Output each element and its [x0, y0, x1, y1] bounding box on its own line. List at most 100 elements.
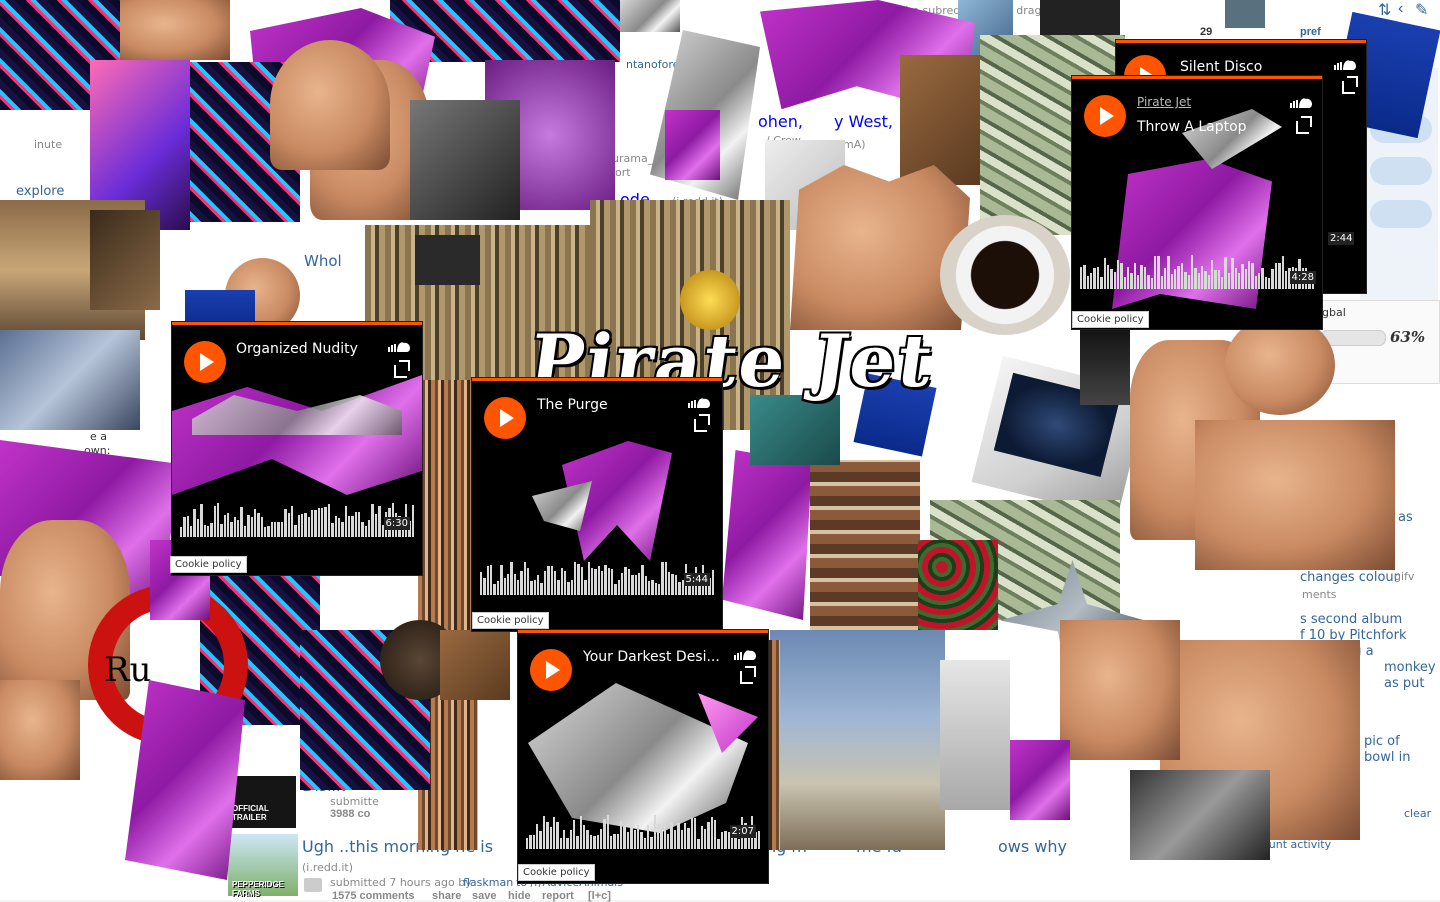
share-icon[interactable] — [1296, 116, 1312, 134]
waveform-bar — [1177, 265, 1180, 289]
changes-colour-link[interactable]: changes colour — [1300, 570, 1399, 585]
soundcloud-icon[interactable] — [1290, 97, 1312, 108]
post-comments-1[interactable]: 3988 co — [330, 808, 370, 820]
soundcloud-icon[interactable] — [1334, 59, 1356, 70]
post-title-ugh-tail3[interactable]: ows why — [998, 837, 1067, 856]
waveform-bar — [687, 828, 690, 849]
cookie-policy-link[interactable]: Cookie policy — [170, 556, 247, 573]
waveform-bar — [657, 823, 660, 849]
post-hide[interactable]: hide — [508, 890, 531, 902]
chevron-left-icon[interactable]: ‹ — [1398, 0, 1403, 18]
clear-link[interactable]: clear — [1404, 807, 1431, 820]
headline-fragment-2[interactable]: y West, — [834, 112, 893, 131]
collage-purple-square — [665, 110, 720, 180]
second-album-link[interactable]: s second album — [1300, 612, 1402, 627]
pref-link[interactable]: pref — [1300, 26, 1321, 38]
waveform-bar — [542, 815, 546, 849]
share-icon[interactable] — [1342, 76, 1358, 94]
waveform-bar — [536, 823, 539, 849]
share-icon[interactable] — [694, 414, 710, 432]
waveform-bar — [280, 521, 284, 537]
waveform-bar — [1241, 264, 1244, 289]
waveform-bar — [250, 516, 253, 537]
cookie-policy-link[interactable]: Cookie policy — [518, 864, 595, 881]
waveform-bar — [1221, 276, 1224, 289]
sidebar-button-3[interactable] — [1370, 200, 1432, 228]
soundcloud-widget-the-purge[interactable]: The Purge 5:44 — [472, 378, 722, 631]
post-submitter[interactable]: flaskman — [463, 876, 513, 889]
waveform-bar — [1096, 266, 1100, 289]
post-share[interactable]: share — [432, 890, 461, 902]
as-put-link[interactable]: as put — [1384, 676, 1424, 691]
waveform-bar — [1163, 268, 1167, 289]
waveform[interactable] — [1080, 255, 1315, 289]
sidebar-button-2[interactable] — [1370, 157, 1432, 185]
waveform-bar — [574, 561, 577, 595]
play-icon[interactable] — [184, 341, 226, 383]
track-title[interactable]: Silent Disco — [1180, 59, 1262, 75]
thumbnail-pepperidge-text: PEPPERIDGE FARMS — [232, 880, 285, 898]
waveform-bar — [626, 831, 630, 849]
monkey-link[interactable]: monkey — [1384, 660, 1436, 675]
waveform[interactable] — [526, 815, 761, 849]
waveform-bar — [663, 823, 667, 849]
as-label[interactable]: as — [1398, 510, 1413, 525]
waveform-bar — [526, 837, 529, 849]
thumbnail-pepperidge[interactable]: PEPPERIDGE FARMS — [228, 834, 298, 898]
waveform-bar — [593, 836, 596, 849]
play-icon[interactable] — [484, 397, 526, 439]
headline-fragment[interactable]: ohen, — [758, 112, 803, 131]
waveform-bar — [677, 823, 680, 849]
post-more[interactable]: [l+c] — [588, 890, 611, 902]
track-duration: 2:07 — [729, 825, 756, 838]
collage-electronics — [1130, 770, 1270, 860]
waveform-bar — [368, 519, 371, 537]
play-icon[interactable] — [530, 649, 572, 691]
waveform[interactable] — [480, 561, 715, 595]
soundcloud-icon[interactable] — [688, 397, 710, 408]
post-comments-2[interactable]: 1575 comments — [332, 890, 415, 902]
explore-link[interactable]: explore — [16, 184, 64, 199]
waveform-bar — [523, 562, 527, 595]
waveform-bar — [720, 831, 724, 849]
bowl-in-link[interactable]: bowl in — [1364, 750, 1410, 765]
track-title[interactable]: The Purge — [537, 397, 608, 413]
waveform-bar — [597, 566, 600, 595]
waveform-bar — [274, 522, 277, 537]
edit-icon[interactable]: ✎ — [1415, 0, 1428, 20]
post-domain[interactable]: (i.redd.it) — [302, 861, 353, 874]
waveform-bar — [1113, 272, 1116, 289]
pic-of-link[interactable]: pic of — [1364, 734, 1400, 749]
waveform-bar — [644, 576, 647, 595]
waveform-bar — [1143, 267, 1147, 289]
waveform[interactable] — [180, 503, 415, 537]
soundcloud-icon[interactable] — [734, 649, 756, 660]
waveform-bar — [220, 524, 223, 537]
waveform-bar — [371, 504, 374, 537]
ments-label[interactable]: ments — [1302, 588, 1337, 601]
track-title[interactable]: Throw A Laptop — [1137, 119, 1247, 135]
cookie-policy-link[interactable]: Cookie policy — [1072, 311, 1149, 328]
waveform-bar — [680, 830, 683, 849]
thumbnail-trailer[interactable]: OFFICIAL TRAILER — [228, 776, 296, 828]
track-title[interactable]: Organized Nudity — [236, 341, 358, 357]
soundcloud-widget-throw-a-laptop[interactable]: Pirate Jet Throw A Laptop 4:28 2:44 — [1072, 76, 1322, 329]
waveform-bar — [324, 506, 327, 537]
waveform-bar — [327, 504, 331, 537]
track-user[interactable]: Pirate Jet — [1137, 95, 1191, 109]
whol-link[interactable]: Whol — [304, 252, 342, 270]
soundcloud-widget-your-darkest-desires[interactable]: Your Darkest Desi... 2:07 — [518, 630, 768, 883]
waveform-bar — [510, 562, 513, 595]
track-title[interactable]: Your Darkest Desi... — [583, 649, 720, 665]
waveform-bar — [616, 833, 620, 849]
post-report[interactable]: report — [542, 890, 574, 902]
soundcloud-widget-organized-nudity[interactable]: Organized Nudity 6:30 — [172, 322, 422, 575]
play-icon[interactable] — [1084, 95, 1126, 137]
soundcloud-icon[interactable] — [388, 341, 410, 352]
collage-computer-tower — [940, 660, 1010, 810]
waveform-bar — [631, 575, 634, 595]
post-save[interactable]: save — [472, 890, 496, 902]
cookie-policy-link[interactable]: Cookie policy — [472, 612, 549, 629]
share-icon[interactable] — [394, 360, 410, 378]
share-icon[interactable] — [740, 666, 756, 684]
